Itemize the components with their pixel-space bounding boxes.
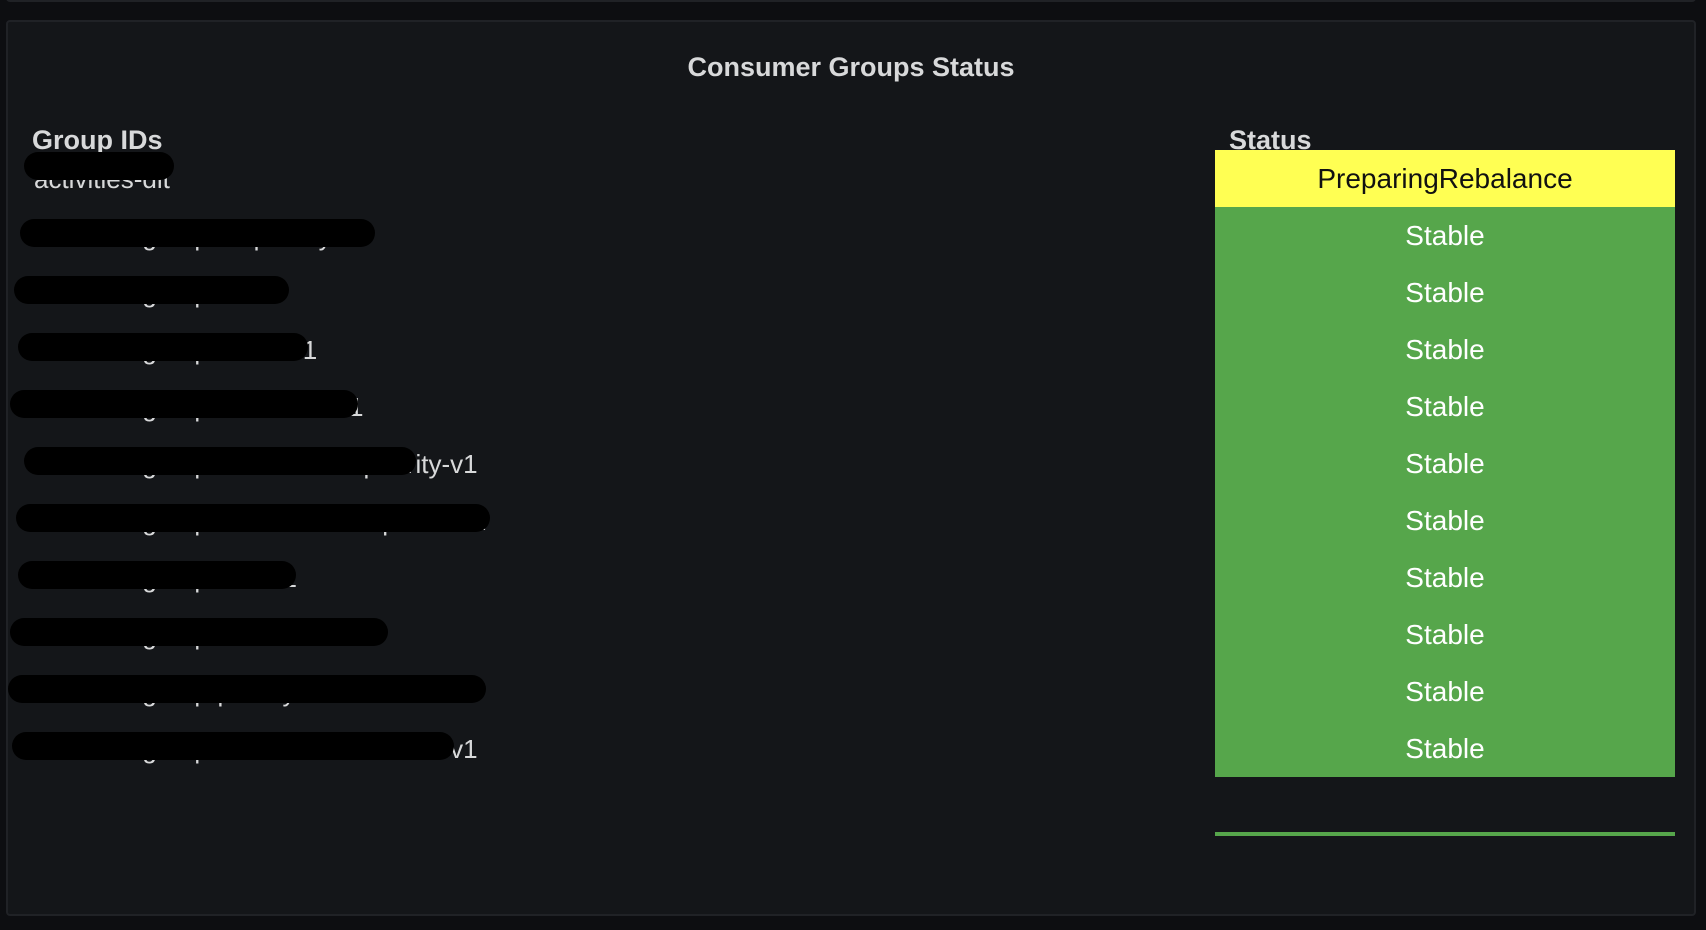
group-id-row[interactable]: activities-group-alerts-v1 [18,321,1124,383]
group-id-row[interactable]: activities-dlt [24,150,1124,212]
group-id-row[interactable]: activities-group-userflows-v1 [10,378,1124,440]
redaction-mark [24,152,174,180]
redaction-mark [14,276,289,304]
redaction-mark [12,732,454,760]
group-id-row[interactable]: activities-group-socialflows-v1 [10,606,1124,668]
group-id-row[interactable]: activities-group-priority-notifications-… [8,663,1124,725]
status-cell[interactable]: Stable [1215,606,1675,663]
status-cell[interactable]: Stable [1215,264,1675,321]
group-id-row[interactable]: activities-group-dlt-v1 [14,264,1124,326]
status-cell[interactable]: Stable [1215,720,1675,777]
group-id-row[interactable]: activities-group-scheduler-for-users-v1 [12,720,1124,782]
status-cell[interactable]: PreparingRebalance [1215,150,1675,207]
group-id-row[interactable]: activities-group-notification-requests-v… [16,492,1124,554]
status-cell[interactable]: Stable [1215,435,1675,492]
status-cell[interactable]: Stable [1215,549,1675,606]
status-cell-partial [1215,832,1675,836]
redaction-mark [24,447,416,475]
status-cell[interactable]: Stable [1215,663,1675,720]
group-id-row[interactable]: activities-group-dlt-priority-v1 [20,207,1124,269]
redaction-mark [16,504,490,532]
status-cell[interactable]: Stable [1215,207,1675,264]
group-id-row[interactable]: activities-group-rain-v1 [18,549,1124,611]
redaction-mark [10,618,388,646]
previous-panel-edge [6,0,1696,2]
redaction-mark [10,390,358,418]
status-cell[interactable]: Stable [1215,378,1675,435]
redaction-mark [18,561,296,589]
redaction-mark [20,219,375,247]
panel-title[interactable]: Consumer Groups Status [8,52,1694,83]
status-cell[interactable]: Stable [1215,492,1675,549]
redaction-mark [18,333,308,361]
redaction-mark [8,675,486,703]
group-id-row[interactable]: activities-group-notifications-priority-… [24,435,1124,497]
status-cell[interactable]: Stable [1215,321,1675,378]
